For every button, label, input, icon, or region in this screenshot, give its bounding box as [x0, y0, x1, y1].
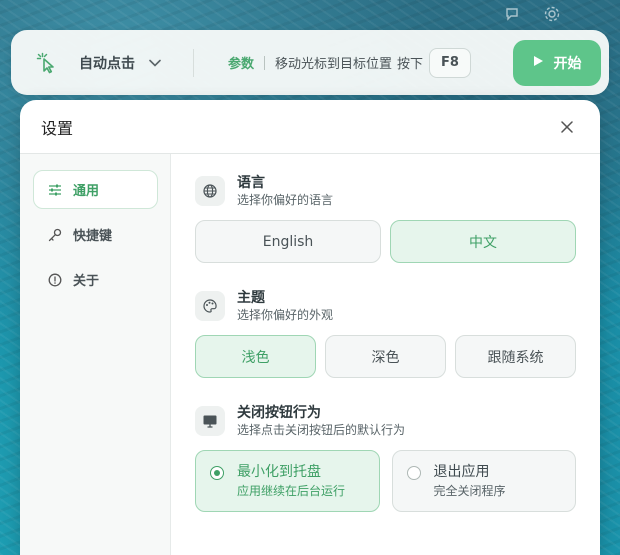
toolbar-divider	[193, 48, 194, 77]
close-behavior-subtitle: 选择点击关闭按钮后的默认行为	[237, 423, 406, 437]
key-icon	[47, 227, 63, 243]
press-text: 按下	[397, 57, 424, 72]
sidebar-item-label: 关于	[73, 274, 100, 289]
settings-sidebar: 通用 快捷键 关于	[20, 154, 171, 555]
language-section: 语言 选择你偏好的语言 English 中文	[195, 175, 576, 263]
dialog-header: 设置	[20, 100, 600, 154]
params-label[interactable]: 参数	[228, 53, 254, 72]
settings-dialog: 设置 通用 快捷键 关于 语言 选择你偏好的语言 English 中文 主题 选…	[20, 100, 600, 555]
settings-content: 语言 选择你偏好的语言 English 中文 主题 选择你偏好的外观 浅色 深色…	[171, 154, 600, 555]
theme-title: 主题	[237, 290, 265, 306]
sidebar-item-shortcuts[interactable]: 快捷键	[33, 215, 158, 254]
theme-section: 主题 选择你偏好的外观 浅色 深色 跟随系统	[195, 290, 576, 378]
language-subtitle: 选择你偏好的语言	[237, 193, 334, 207]
click-cursor-icon	[33, 50, 59, 76]
radio-selected[interactable]	[210, 466, 224, 480]
close-behavior-title: 关闭按钮行为	[237, 405, 321, 421]
globe-icon	[195, 176, 225, 206]
theme-option-system[interactable]: 跟随系统	[455, 335, 576, 378]
palette-icon	[195, 291, 225, 321]
hotkey-badge[interactable]: F8	[429, 47, 471, 78]
theme-option-dark[interactable]: 深色	[325, 335, 446, 378]
language-option-chinese[interactable]: 中文	[390, 220, 576, 263]
info-icon	[47, 272, 63, 288]
close-option-title: 最小化到托盘	[237, 464, 321, 480]
main-toolbar: 自动点击 参数 移动光标到目标位置 按下 F8 开始	[11, 30, 609, 95]
sidebar-item-about[interactable]: 关于	[33, 260, 158, 299]
close-option-quit[interactable]: 退出应用 完全关闭程序	[391, 450, 576, 512]
close-option-subtitle: 应用继续在后台运行	[237, 484, 346, 498]
chevron-down-icon[interactable]	[149, 56, 163, 70]
params-separator	[264, 55, 266, 70]
theme-subtitle: 选择你偏好的外观	[237, 308, 334, 322]
radio-unselected[interactable]	[406, 466, 421, 480]
instruction-text: 移动光标到目标位置	[275, 57, 393, 72]
close-option-title: 退出应用	[433, 464, 490, 480]
monitor-icon	[195, 406, 225, 436]
start-button[interactable]: 开始	[513, 39, 601, 86]
mode-selector-label[interactable]: 自动点击	[79, 53, 135, 73]
top-icons	[502, 4, 562, 24]
sidebar-item-label: 通用	[73, 184, 100, 199]
language-option-english[interactable]: English	[195, 220, 381, 263]
gear-icon[interactable]	[542, 4, 562, 24]
close-option-minimize[interactable]: 最小化到托盘 应用继续在后台运行	[195, 450, 380, 512]
sidebar-item-label: 快捷键	[73, 229, 113, 244]
chat-icon[interactable]	[502, 4, 522, 24]
play-icon	[533, 55, 544, 71]
start-button-label: 开始	[553, 55, 582, 72]
close-icon[interactable]	[556, 116, 578, 138]
sliders-icon	[47, 182, 63, 198]
theme-option-light[interactable]: 浅色	[195, 335, 316, 378]
language-title: 语言	[237, 175, 265, 191]
close-option-subtitle: 完全关闭程序	[433, 484, 506, 498]
sidebar-item-general[interactable]: 通用	[33, 170, 158, 209]
dialog-title: 设置	[41, 118, 74, 138]
close-behavior-section: 关闭按钮行为 选择点击关闭按钮后的默认行为 最小化到托盘 应用继续在后台运行 退…	[195, 405, 576, 512]
